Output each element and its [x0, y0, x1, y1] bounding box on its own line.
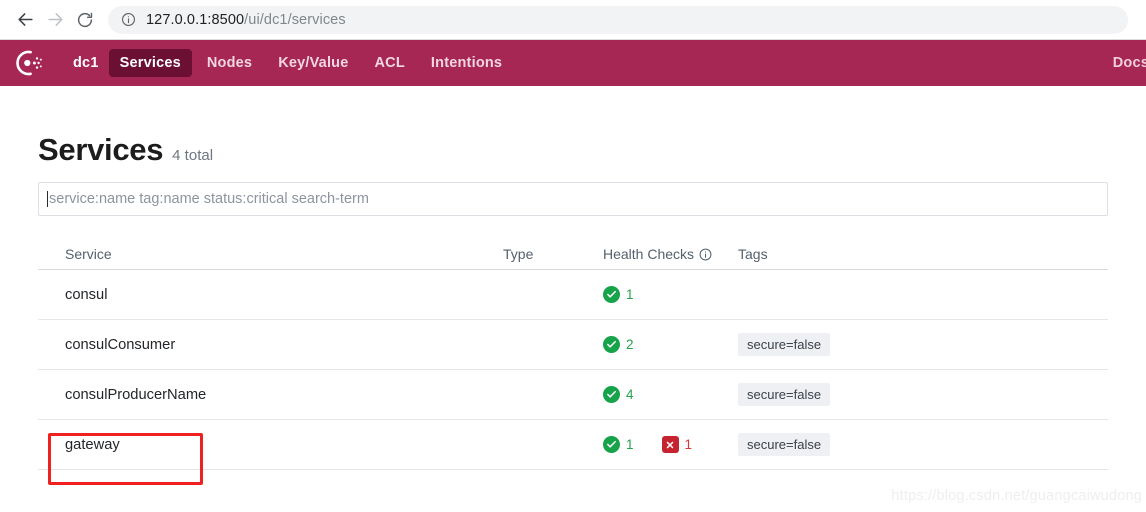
- back-button[interactable]: [10, 5, 40, 35]
- service-tags: secure=false: [738, 433, 1108, 456]
- nav-item-acl[interactable]: ACL: [364, 49, 416, 77]
- info-circle-icon[interactable]: [120, 12, 136, 28]
- services-total-count: 4 total: [172, 147, 214, 164]
- nav-item-services[interactable]: Services: [108, 49, 192, 77]
- url-host: 127.0.0.1:8500: [146, 11, 245, 28]
- check-circle-icon: [603, 386, 620, 403]
- table-row[interactable]: consulProducerName 4 secure=false: [38, 370, 1108, 420]
- service-name[interactable]: gateway: [38, 437, 503, 453]
- services-table: Service Type Health Checks Tags consul 1…: [38, 238, 1108, 470]
- consul-nav-items: dc1 Services Nodes Key/Value ACL Intenti…: [62, 49, 513, 77]
- service-name[interactable]: consulConsumer: [38, 337, 503, 353]
- health-passing-count: 4: [626, 387, 634, 402]
- forward-button[interactable]: [40, 5, 70, 35]
- check-circle-icon: [603, 336, 620, 353]
- health-passing-count: 2: [626, 337, 634, 352]
- search-input[interactable]: service:name tag:name status:critical se…: [38, 182, 1108, 216]
- health-failing: 1: [661, 436, 693, 453]
- watermark-text: https://blog.csdn.net/guangcaiwudong: [891, 488, 1142, 504]
- service-health-checks: 2: [603, 336, 738, 353]
- text-caret: [47, 191, 48, 207]
- reload-button[interactable]: [70, 5, 100, 35]
- reload-icon: [76, 11, 94, 29]
- address-bar[interactable]: 127.0.0.1:8500/ui/dc1/services: [108, 5, 1128, 34]
- url-text: 127.0.0.1:8500/ui/dc1/services: [146, 12, 346, 28]
- table-row[interactable]: consulConsumer 2 secure=false: [38, 320, 1108, 370]
- health-failing-count: 1: [684, 437, 693, 452]
- health-group: 4: [603, 386, 738, 403]
- table-row[interactable]: gateway 1 1 secure=false: [38, 420, 1108, 470]
- column-header-service: Service: [65, 245, 112, 262]
- check-circle-icon: [603, 436, 620, 453]
- check-circle-icon: [603, 286, 620, 303]
- health-passing: 2: [603, 336, 634, 353]
- url-path: /ui/dc1/services: [244, 11, 346, 28]
- page-title: Services: [38, 132, 164, 167]
- table-row[interactable]: consul 1: [38, 270, 1108, 320]
- tag-chip[interactable]: secure=false: [738, 333, 831, 356]
- service-name[interactable]: consulProducerName: [38, 387, 503, 403]
- page-content: Services 4 total service:name tag:name s…: [0, 86, 1146, 470]
- service-tags: secure=false: [738, 383, 1108, 406]
- screen: 127.0.0.1:8500/ui/dc1/services dc1 Servi…: [0, 0, 1146, 512]
- nav-datacenter-dc1[interactable]: dc1: [62, 49, 105, 77]
- arrow-right-icon: [46, 10, 65, 29]
- service-tags: secure=false: [738, 333, 1108, 356]
- health-group: 1: [603, 286, 738, 303]
- service-name[interactable]: consul: [38, 287, 503, 303]
- column-header-health-checks-label: Health Checks: [603, 245, 695, 262]
- search-placeholder: service:name tag:name status:critical se…: [49, 191, 369, 207]
- consul-nav-right: Docs: [1102, 40, 1146, 86]
- page-header: Services 4 total: [38, 86, 1108, 182]
- tag-chip[interactable]: secure=false: [738, 433, 831, 456]
- column-header-health-checks: Health Checks: [603, 246, 738, 262]
- service-health-checks: 4: [603, 386, 738, 403]
- close-x-icon: [661, 436, 679, 453]
- health-group: 2: [603, 336, 738, 353]
- arrow-left-icon: [16, 10, 35, 29]
- nav-item-docs[interactable]: Docs: [1102, 49, 1146, 77]
- column-header-type: Type: [503, 245, 534, 262]
- consul-logo-icon[interactable]: [12, 46, 46, 80]
- nav-item-nodes[interactable]: Nodes: [196, 49, 263, 77]
- info-circle-icon[interactable]: [699, 248, 712, 261]
- health-passing: 1: [603, 286, 634, 303]
- health-passing: 4: [603, 386, 634, 403]
- table-header-row: Service Type Health Checks Tags: [38, 238, 1108, 270]
- nav-item-intentions[interactable]: Intentions: [420, 49, 513, 77]
- health-group: 1 1: [603, 436, 738, 453]
- consul-navbar: dc1 Services Nodes Key/Value ACL Intenti…: [0, 40, 1146, 86]
- column-header-tags: Tags: [738, 245, 768, 262]
- nav-item-key-value[interactable]: Key/Value: [267, 49, 359, 77]
- health-passing-count: 1: [626, 287, 634, 302]
- health-passing: 1: [603, 436, 634, 453]
- service-health-checks: 1: [603, 286, 738, 303]
- tag-chip[interactable]: secure=false: [738, 383, 831, 406]
- service-health-checks: 1 1: [603, 436, 738, 453]
- browser-toolbar: 127.0.0.1:8500/ui/dc1/services: [0, 0, 1146, 40]
- health-passing-count: 1: [626, 437, 634, 452]
